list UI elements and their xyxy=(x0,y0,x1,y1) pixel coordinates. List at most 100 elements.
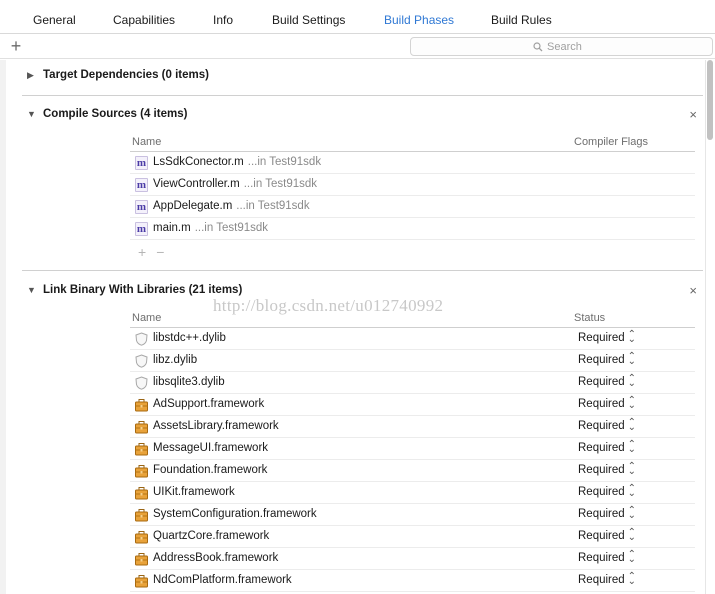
framework-toolbox-icon xyxy=(135,487,148,500)
status-popup[interactable]: Required ⌃ ⌄ xyxy=(578,506,636,521)
compile-source-row[interactable]: m AppDelegate.m ...in Test91sdk xyxy=(130,196,695,218)
file-location: ...in Test91sdk xyxy=(247,156,322,168)
objc-m-file-icon: m xyxy=(135,200,148,214)
up-down-chevron-icon: ⌃ ⌄ xyxy=(627,417,637,433)
status-label: Required xyxy=(578,530,625,542)
library-row[interactable]: AdSupport.framework Required ⌃ ⌄ xyxy=(130,394,695,416)
status-popup[interactable]: Required ⌃ ⌄ xyxy=(578,461,637,477)
up-down-chevron-icon: ⌃ ⌄ xyxy=(627,571,637,587)
status-label: Required xyxy=(578,508,625,520)
delete-phase-close-icon[interactable]: × xyxy=(689,283,697,298)
status-popup[interactable]: Required ⌃ ⌄ xyxy=(578,550,636,565)
scrollbar-thumb[interactable] xyxy=(707,60,713,140)
status-popup[interactable]: Required ⌃ ⌄ xyxy=(578,527,637,543)
library-row[interactable]: libstdc++.dylib Required ⌃ ⌄ xyxy=(130,328,695,350)
library-row[interactable]: MessageUI.framework Required ⌃ ⌄ xyxy=(130,438,695,460)
library-row[interactable]: AssetsLibrary.framework Required ⌃ ⌄ xyxy=(130,416,695,438)
compile-source-row[interactable]: m main.m ...in Test91sdk xyxy=(130,218,695,240)
phase-divider xyxy=(22,270,703,271)
column-header-name[interactable]: Name xyxy=(132,312,161,324)
status-label: Required xyxy=(578,464,625,476)
dylib-shield-icon xyxy=(135,332,148,346)
search-icon xyxy=(533,42,543,52)
status-popup[interactable]: Required ⌃ ⌄ xyxy=(578,417,637,433)
file-location: ...in Test91sdk xyxy=(236,200,310,212)
tab-build-phases[interactable]: Build Phases xyxy=(384,13,454,27)
search-field[interactable] xyxy=(410,37,713,56)
library-row[interactable]: QuartzCore.framework Required ⌃ ⌄ xyxy=(130,526,695,548)
phase-compile-sources[interactable]: ▼ Compile Sources (4 items) × xyxy=(22,105,703,125)
status-popup[interactable]: Required ⌃ ⌄ xyxy=(578,396,636,411)
status-popup[interactable]: Required ⌃ ⌄ xyxy=(578,571,637,587)
vertical-scrollbar[interactable] xyxy=(705,60,715,594)
status-popup[interactable]: Required ⌃ ⌄ xyxy=(578,483,637,499)
library-name: libz.dylib xyxy=(153,354,198,366)
framework-toolbox-icon xyxy=(135,465,148,478)
tab-info[interactable]: Info xyxy=(213,13,233,27)
library-name: libstdc++.dylib xyxy=(153,332,226,344)
library-row[interactable]: SystemConfiguration.framework Required ⌃ ⌄ xyxy=(130,504,695,526)
dylib-shield-icon xyxy=(135,376,148,390)
disclosure-collapsed-icon[interactable]: ▶ xyxy=(27,70,37,80)
library-name: AssetsLibrary.framework xyxy=(153,420,279,432)
status-label: Required xyxy=(578,376,625,388)
file-name: main.m xyxy=(153,222,191,234)
library-row[interactable]: NdComPlatform.framework Required ⌃ ⌄ xyxy=(130,570,695,592)
library-name: libsqlite3.dylib xyxy=(153,376,225,388)
status-popup[interactable]: Required ⌃ ⌄ xyxy=(578,374,636,389)
column-header-status[interactable]: Status xyxy=(574,312,605,324)
compile-source-row[interactable]: m ViewController.m ...in Test91sdk xyxy=(130,174,695,196)
tab-general[interactable]: General xyxy=(33,13,76,27)
disclosure-expanded-icon[interactable]: ▼ xyxy=(27,285,37,295)
library-row[interactable]: AddressBook.framework Required ⌃ ⌄ xyxy=(130,548,695,570)
status-popup[interactable]: Required ⌃ ⌄ xyxy=(578,439,637,455)
delete-phase-close-icon[interactable]: × xyxy=(689,107,697,122)
status-popup[interactable]: Required ⌃ ⌄ xyxy=(578,351,637,367)
status-popup[interactable]: Required ⌃ ⌄ xyxy=(578,329,637,345)
file-location: ...in Test91sdk xyxy=(194,222,269,234)
phase-target-dependencies[interactable]: ▶ Target Dependencies (0 items) xyxy=(22,66,703,86)
framework-toolbox-icon xyxy=(135,399,148,412)
status-label: Required xyxy=(578,332,625,344)
phase-title: Link Binary With Libraries (21 items) xyxy=(43,284,243,296)
remove-file-button[interactable]: − xyxy=(156,244,164,260)
up-down-chevron-icon: ⌃ ⌄ xyxy=(627,461,637,477)
compile-source-row[interactable]: m LsSdkConector.m ...in Test91sdk xyxy=(130,152,695,174)
status-label: Required xyxy=(578,420,625,432)
phase-title: Target Dependencies (0 items) xyxy=(43,69,209,81)
library-name: MessageUI.framework xyxy=(153,442,269,454)
tab-build-rules[interactable]: Build Rules xyxy=(491,13,552,27)
up-down-chevron-icon: ⌃ ⌄ xyxy=(627,483,637,499)
library-row[interactable]: libz.dylib Required ⌃ ⌄ xyxy=(130,350,695,372)
column-header-name[interactable]: Name xyxy=(132,136,161,148)
tab-capabilities[interactable]: Capabilities xyxy=(113,13,175,27)
framework-toolbox-icon xyxy=(135,443,148,456)
library-name: SystemConfiguration.framework xyxy=(153,508,317,520)
status-label: Required xyxy=(578,552,625,564)
phase-title: Compile Sources (4 items) xyxy=(43,108,188,120)
objc-m-file-icon: m xyxy=(135,222,148,236)
up-down-chevron-icon: ⌃ ⌄ xyxy=(627,329,637,345)
tab-build-settings[interactable]: Build Settings xyxy=(272,13,345,27)
add-file-button[interactable]: + xyxy=(138,244,146,260)
library-row[interactable]: Foundation.framework Required ⌃ ⌄ xyxy=(130,460,695,482)
library-name: AdSupport.framework xyxy=(153,398,265,410)
left-gutter xyxy=(0,60,6,594)
add-remove-controls: + − xyxy=(138,244,174,260)
disclosure-expanded-icon[interactable]: ▼ xyxy=(27,109,37,119)
file-name: AppDelegate.m xyxy=(153,200,233,212)
add-build-phase-button[interactable]: + xyxy=(8,36,24,56)
framework-toolbox-icon xyxy=(135,421,148,434)
phases-toolbar: + xyxy=(0,35,715,59)
framework-toolbox-icon xyxy=(135,553,148,566)
library-row[interactable]: libsqlite3.dylib Required ⌃ ⌄ xyxy=(130,372,695,394)
up-down-chevron-icon: ⌃ ⌄ xyxy=(627,527,637,543)
up-down-chevron-icon: ⌃ ⌄ xyxy=(627,439,637,455)
column-header-compiler-flags[interactable]: Compiler Flags xyxy=(574,136,648,148)
up-down-chevron-icon: ⌃ ⌄ xyxy=(627,351,637,367)
library-row[interactable]: UIKit.framework Required ⌃ ⌄ xyxy=(130,482,695,504)
phase-link-binary[interactable]: ▼ Link Binary With Libraries (21 items) … xyxy=(22,281,703,301)
framework-toolbox-icon xyxy=(135,575,148,588)
search-input[interactable] xyxy=(547,39,707,55)
status-label: Required xyxy=(578,442,625,454)
